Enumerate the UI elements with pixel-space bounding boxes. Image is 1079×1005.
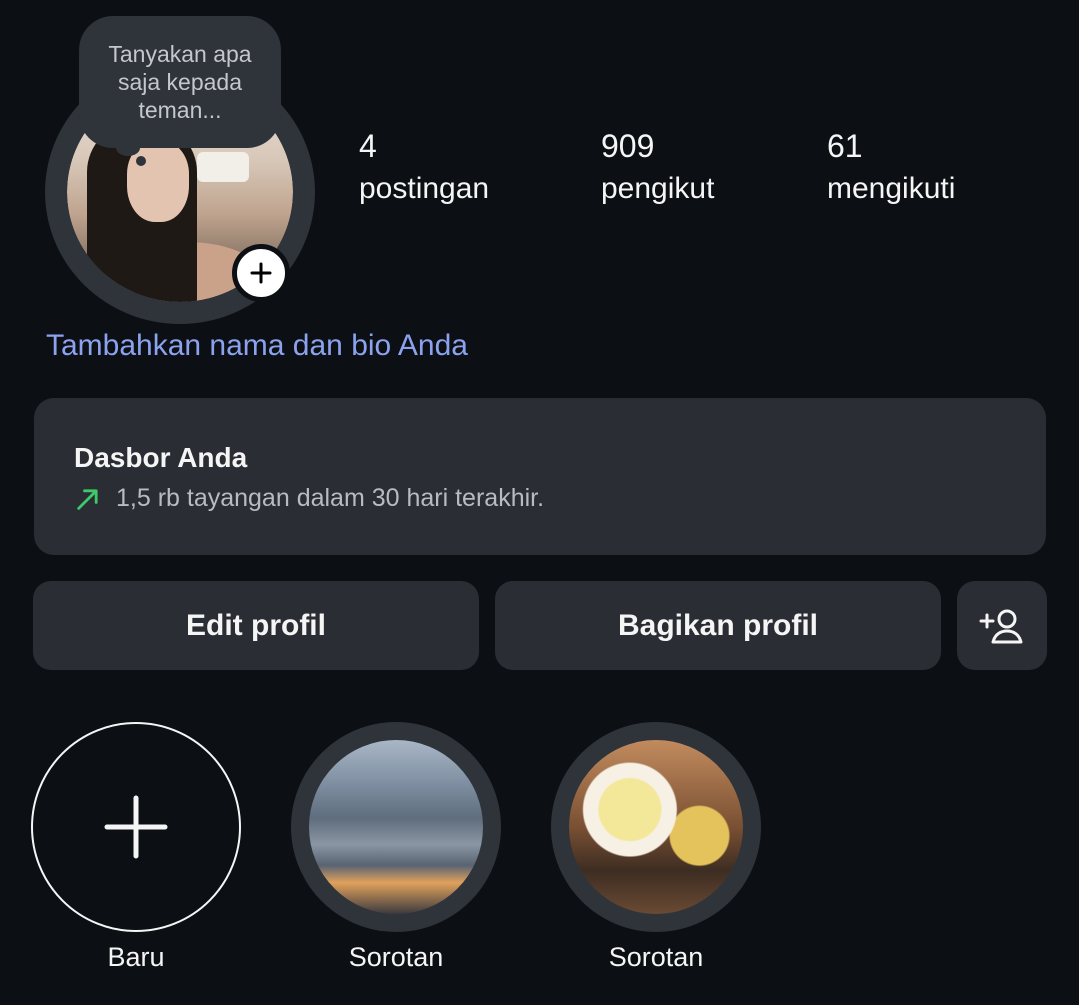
- stat-label: postingan: [359, 172, 490, 205]
- share-profile-label: Bagikan profil: [617, 608, 819, 642]
- stat-value: 909: [601, 128, 655, 164]
- highlight-cover-sky: [309, 740, 483, 914]
- add-person-icon: [979, 609, 1023, 643]
- profile-header: Tanyakan apa saja kepada teman... 4 post…: [0, 0, 1079, 1005]
- edit-profile-label: Edit profil: [186, 608, 326, 642]
- edit-profile-button[interactable]: Edit profil: [33, 581, 479, 670]
- note-bubble-tail: [116, 140, 140, 156]
- highlight-label: Sorotan: [608, 942, 704, 972]
- add-story-button[interactable]: [232, 244, 290, 302]
- note-text: Tanyakan apa saja kepada teman...: [108, 41, 252, 123]
- discover-people-button[interactable]: [957, 581, 1047, 670]
- stat-label: pengikut: [601, 172, 715, 205]
- dashboard-subtitle-row: 1,5 rb tayangan dalam 30 hari terakhir.: [74, 484, 544, 513]
- highlight-new[interactable]: Baru: [31, 722, 241, 973]
- trending-up-arrow-icon: [77, 488, 98, 510]
- add-name-bio-link[interactable]: Tambahkan nama dan bio Anda: [46, 327, 468, 365]
- dashboard-subtitle: 1,5 rb tayangan dalam 30 hari terakhir.: [116, 484, 545, 512]
- highlight-label: Baru: [107, 942, 165, 972]
- stat-following[interactable]: 61 mengikuti: [827, 128, 955, 208]
- highlight-item[interactable]: Sorotan: [551, 722, 761, 973]
- plus-icon: [104, 795, 168, 859]
- highlight-item[interactable]: Sorotan: [291, 722, 501, 973]
- stat-label: mengikuti: [827, 172, 956, 205]
- stat-followers[interactable]: 909 pengikut: [601, 128, 714, 208]
- stat-value: 61: [827, 128, 863, 164]
- highlight-label: Sorotan: [348, 942, 444, 972]
- note-bubble[interactable]: Tanyakan apa saja kepada teman...: [79, 16, 281, 148]
- dashboard-card[interactable]: Dasbor Anda 1,5 rb tayangan dalam 30 har…: [34, 398, 1046, 555]
- highlight-cover-food: [569, 740, 743, 914]
- note-bubble-tail-dot: [136, 156, 146, 166]
- plus-icon: [250, 262, 272, 284]
- share-profile-button[interactable]: Bagikan profil: [495, 581, 941, 670]
- stat-posts[interactable]: 4 postingan: [359, 128, 489, 208]
- new-highlight-circle: [31, 722, 241, 932]
- dashboard-title: Dasbor Anda: [74, 442, 248, 473]
- stat-value: 4: [359, 128, 377, 164]
